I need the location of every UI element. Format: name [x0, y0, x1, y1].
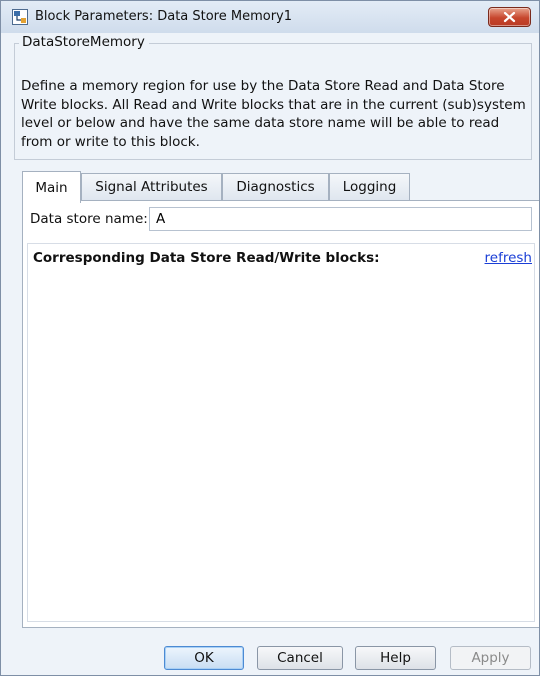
data-store-name-label: Data store name:	[30, 211, 148, 227]
tab-logging[interactable]: Logging	[329, 173, 410, 200]
tab-main[interactable]: Main	[22, 171, 81, 203]
cancel-button[interactable]: Cancel	[257, 646, 343, 670]
blocks-heading: Corresponding Data Store Read/Write bloc…	[33, 250, 380, 266]
apply-button[interactable]: Apply	[450, 646, 531, 670]
tab-label: Main	[35, 179, 68, 196]
tab-label: Diagnostics	[236, 179, 315, 195]
data-store-name-field[interactable]	[149, 207, 532, 231]
simulink-block-icon	[12, 9, 28, 25]
tab-label: Signal Attributes	[95, 179, 208, 195]
refresh-link[interactable]: refresh	[485, 250, 532, 266]
ok-button[interactable]: OK	[164, 646, 244, 670]
block-parameters-dialog: Block Parameters: Data Store Memory1 Dat…	[0, 0, 540, 676]
close-icon	[503, 11, 516, 23]
close-button[interactable]	[488, 7, 531, 27]
help-button[interactable]: Help	[355, 646, 436, 670]
group-title: DataStoreMemory	[19, 34, 149, 50]
window-title: Block Parameters: Data Store Memory1	[35, 9, 293, 24]
tab-signal-attributes[interactable]: Signal Attributes	[81, 173, 222, 200]
title-bar[interactable]: Block Parameters: Data Store Memory1	[1, 1, 539, 33]
corresponding-blocks-panel: Corresponding Data Store Read/Write bloc…	[27, 243, 535, 622]
main-tab-panel: Data store name: Corresponding Data Stor…	[22, 200, 539, 628]
tab-diagnostics[interactable]: Diagnostics	[222, 173, 329, 200]
tab-label: Logging	[342, 179, 397, 195]
block-description: Define a memory region for use by the Da…	[21, 78, 526, 151]
